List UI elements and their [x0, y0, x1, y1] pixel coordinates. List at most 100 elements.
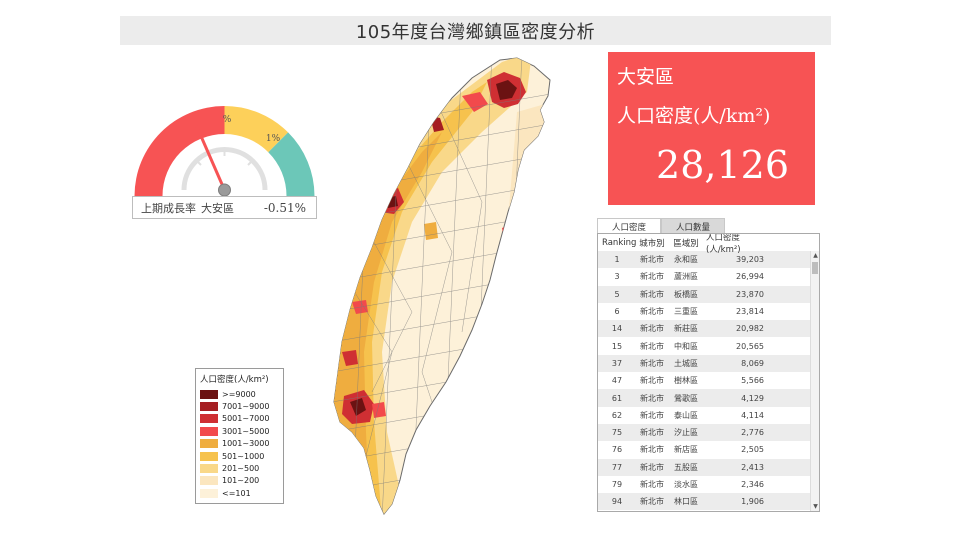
legend-label: 5001~7000: [222, 414, 270, 424]
legend-label: 3001~5000: [222, 426, 270, 436]
legend-swatch: [200, 476, 218, 486]
table-body: 1 新北市 永和區 39,203 3 新北市 蘆洲區 26,994 5 新北市 板橋區 23,870 6…: [598, 251, 819, 511]
table-tabs: 人口密度 人口數量: [597, 218, 726, 234]
cell-district: 新店區: [674, 445, 698, 455]
table-row[interactable]: 61 新北市 鶯歌區 4,129: [598, 389, 819, 407]
scroll-up-icon[interactable]: ▲: [811, 251, 819, 260]
table-row[interactable]: 3 新北市 蘆洲區 26,994: [598, 268, 819, 285]
cell-district: 板橋區: [674, 289, 698, 299]
cell-city: 新北市: [640, 410, 664, 420]
table-header: Ranking 城市別 區域別 人口密度(人/km²): [598, 234, 819, 255]
legend-label: >=9000: [222, 389, 256, 399]
cell-city: 新北市: [640, 289, 664, 299]
cell-rank: 3: [614, 272, 620, 282]
ranking-table: Ranking 城市別 區域別 人口密度(人/km²) 1 新北市 永和區 39,20…: [597, 233, 820, 512]
legend-swatch: [200, 451, 218, 461]
cell-city: 新北市: [640, 307, 664, 317]
table-scrollbar[interactable]: ▲ ▼: [810, 251, 819, 511]
table-row[interactable]: 47 新北市 樹林區 5,566: [598, 372, 819, 389]
cell-density: 4,114: [741, 410, 764, 420]
table-row[interactable]: 75 新北市 汐止區 2,776: [598, 423, 819, 442]
cell-density: 2,413: [741, 462, 764, 472]
table-row[interactable]: 77 新北市 五股區 2,413: [598, 458, 819, 476]
legend-item: 101~200: [200, 475, 279, 487]
cell-city: 新北市: [640, 272, 664, 282]
cell-city: 新北市: [640, 428, 664, 438]
header-district[interactable]: 區域別: [668, 237, 704, 249]
gauge-footer-value: -0.51%: [263, 200, 306, 215]
legend-item: >=9000: [200, 388, 279, 400]
cell-rank: 94: [611, 497, 623, 507]
legend-item: 1001~3000: [200, 438, 279, 450]
cell-rank: 77: [611, 462, 623, 472]
cell-rank: 61: [611, 393, 623, 403]
table-row[interactable]: 76 新北市 新店區 2,505: [598, 441, 819, 458]
legend-title: 人口密度(人/km²): [200, 375, 269, 385]
cell-district: 鶯歌區: [674, 393, 698, 403]
cell-density: 23,814: [736, 307, 764, 317]
header-city[interactable]: 城市別: [636, 237, 668, 249]
cell-district: 土城區: [674, 358, 698, 368]
cell-rank: 37: [611, 358, 623, 368]
legend-label: 7001~9000: [222, 402, 270, 412]
cell-density: 8,069: [741, 358, 764, 368]
taiwan-density-map[interactable]: [312, 52, 582, 522]
map-canvas[interactable]: [312, 52, 582, 522]
table-row[interactable]: 14 新北市 新莊區 20,982: [598, 320, 819, 338]
table-row[interactable]: 62 新北市 泰山區 4,114: [598, 407, 819, 424]
legend-item: <=101: [200, 487, 279, 499]
table-row[interactable]: 94 新北市 林口區 1,906: [598, 493, 819, 511]
cell-city: 新北市: [640, 324, 664, 334]
tab-population-count[interactable]: 人口數量: [661, 218, 726, 234]
table-row[interactable]: 79 新北市 淡水區 2,346: [598, 476, 819, 493]
table-row[interactable]: 6 新北市 三重區 23,814: [598, 303, 819, 320]
cell-city: 新北市: [640, 376, 664, 386]
gauge-tick-percent: %: [223, 115, 232, 125]
dashboard-title: 105年度台灣鄉鎮區密度分析: [355, 21, 596, 43]
legend-label: 501~1000: [222, 451, 265, 461]
gauge-footer-label: 上期成長率: [141, 201, 196, 215]
tab-population-density[interactable]: 人口密度: [597, 218, 662, 234]
table-row[interactable]: 37 新北市 土城區 8,069: [598, 354, 819, 373]
gauge-tick-one-percent: 1%: [266, 134, 281, 144]
header-ranking[interactable]: Ranking: [598, 238, 636, 248]
legend-item: 3001~5000: [200, 425, 279, 437]
dashboard-title-bar: 105年度台灣鄉鎮區密度分析: [120, 16, 831, 45]
cell-rank: 6: [614, 307, 620, 317]
cell-district: 淡水區: [674, 480, 698, 489]
scroll-down-icon[interactable]: ▼: [811, 502, 819, 511]
cell-density: 1,906: [741, 497, 764, 507]
cell-district: 中和區: [674, 341, 698, 351]
legend-item: 501~1000: [200, 450, 279, 462]
cell-city: 新北市: [640, 445, 664, 455]
cell-density: 5,566: [741, 376, 764, 386]
table-row[interactable]: 5 新北市 板橋區 23,870: [598, 285, 819, 303]
legend-label: 101~200: [222, 476, 260, 486]
cell-density: 2,505: [741, 445, 764, 455]
legend-label: 201~500: [222, 464, 260, 474]
cell-district: 蘆洲區: [674, 272, 698, 282]
table-row[interactable]: 15 新北市 中和區 20,565: [598, 337, 819, 354]
cell-district: 汐止區: [674, 428, 698, 438]
cell-rank: 62: [611, 410, 623, 420]
legend-swatch: [200, 426, 218, 436]
cell-city: 新北市: [640, 497, 664, 507]
gauge-hub: [218, 183, 231, 197]
cell-city: 新北市: [640, 341, 664, 351]
legend-item: 201~500: [200, 462, 279, 474]
cell-density: 23,870: [736, 289, 764, 299]
legend-swatch: [200, 464, 218, 474]
kpi-value: 28,126: [656, 143, 789, 187]
cell-district: 新莊區: [674, 324, 698, 334]
scroll-thumb[interactable]: [812, 262, 818, 274]
cell-district: 三重區: [674, 307, 698, 317]
cell-rank: 14: [611, 324, 623, 334]
header-density[interactable]: 人口密度(人/km²): [704, 234, 770, 255]
cell-city: 新北市: [640, 480, 664, 489]
cell-district: 樹林區: [674, 376, 698, 386]
cell-density: 2,776: [741, 428, 764, 438]
cell-city: 新北市: [640, 358, 664, 368]
legend-swatch: [200, 414, 218, 424]
cell-district: 林口區: [674, 497, 698, 507]
legend-swatch: [200, 439, 218, 449]
